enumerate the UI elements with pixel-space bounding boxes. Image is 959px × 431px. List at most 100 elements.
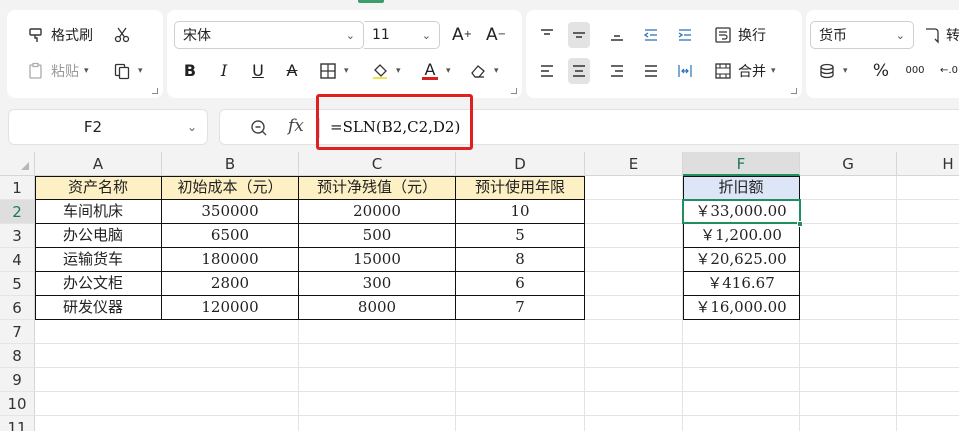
justify-button[interactable] bbox=[640, 58, 662, 84]
percent-button[interactable]: % bbox=[870, 58, 892, 84]
currency-style-button[interactable]: ▾ bbox=[816, 58, 848, 84]
table-cell[interactable]: 10 bbox=[456, 200, 585, 224]
insert-function-icon[interactable]: fx bbox=[288, 116, 304, 136]
clear-format-button[interactable]: ▾ bbox=[467, 58, 499, 84]
table-header-cell[interactable]: 初始成本（元） bbox=[162, 176, 299, 200]
table-cell[interactable]: 办公文柜 bbox=[35, 272, 162, 296]
bold-button[interactable]: B bbox=[179, 58, 201, 84]
table-header-cell[interactable]: 预计使用年限 bbox=[456, 176, 585, 200]
table-cell[interactable]: 办公电脑 bbox=[35, 224, 162, 248]
strikethrough-button[interactable]: A bbox=[281, 58, 303, 84]
table-cell[interactable]: 350000 bbox=[162, 200, 299, 224]
depreciation-header-cell[interactable]: 折旧额 bbox=[683, 176, 800, 200]
align-center-button[interactable] bbox=[568, 58, 590, 84]
align-bottom-button[interactable] bbox=[606, 22, 628, 48]
table-cell[interactable]: 5 bbox=[456, 224, 585, 248]
table-header-cell[interactable]: 预计净残值（元） bbox=[299, 176, 456, 200]
depreciation-cell[interactable]: ￥416.67 bbox=[683, 272, 800, 296]
group-expand-icon[interactable] bbox=[152, 88, 158, 94]
chevron-down-icon: ▾ bbox=[446, 66, 451, 76]
decrease-font-button[interactable]: A − bbox=[485, 22, 507, 48]
font-name-select[interactable]: 宋体 ⌄ bbox=[174, 21, 364, 49]
wrap-text-button[interactable]: 换行 bbox=[712, 22, 766, 48]
row-header-4[interactable]: 4 bbox=[0, 248, 35, 272]
paste-button[interactable]: 粘贴 ▾ bbox=[25, 58, 89, 84]
group-expand-icon[interactable] bbox=[511, 88, 517, 94]
table-cell[interactable]: 15000 bbox=[299, 248, 456, 272]
borders-button[interactable]: ▾ bbox=[317, 58, 349, 84]
depreciation-cell[interactable]: ￥16,000.00 bbox=[683, 296, 800, 320]
align-middle-button[interactable] bbox=[568, 22, 590, 48]
table-cell[interactable]: 运输货车 bbox=[35, 248, 162, 272]
group-expand-icon[interactable] bbox=[791, 88, 797, 94]
column-header-d[interactable]: D bbox=[456, 152, 585, 176]
row-header-9[interactable]: 9 bbox=[0, 368, 35, 392]
depreciation-cell[interactable]: ￥33,000.00 bbox=[683, 200, 800, 224]
number-group: 货币 ⌄ 转 ▾ % 000 ←.0 bbox=[806, 10, 959, 98]
depreciation-cell[interactable]: ￥1,200.00 bbox=[683, 224, 800, 248]
row-header-8[interactable]: 8 bbox=[0, 344, 35, 368]
table-cell[interactable]: 20000 bbox=[299, 200, 456, 224]
column-header-h[interactable]: H bbox=[897, 152, 959, 176]
row-header-3[interactable]: 3 bbox=[0, 224, 35, 248]
increase-decimal-button[interactable]: ←.0 bbox=[938, 58, 959, 84]
select-all-button[interactable] bbox=[0, 152, 35, 176]
align-top-button[interactable] bbox=[536, 22, 558, 48]
row-header-1[interactable]: 1 bbox=[0, 176, 35, 200]
table-cell[interactable]: 2800 bbox=[162, 272, 299, 296]
thousands-separator-button[interactable]: 000 bbox=[902, 58, 928, 84]
name-box[interactable]: F2 ⌄ bbox=[8, 109, 208, 145]
table-cell[interactable]: 研发仪器 bbox=[35, 296, 162, 320]
table-cell[interactable]: 120000 bbox=[162, 296, 299, 320]
distributed-align-button[interactable] bbox=[674, 58, 696, 84]
table-header-cell[interactable]: 资产名称 bbox=[35, 176, 162, 200]
zoom-icon[interactable] bbox=[248, 117, 270, 139]
align-left-button[interactable] bbox=[536, 58, 558, 84]
depreciation-cell[interactable]: ￥20,625.00 bbox=[683, 248, 800, 272]
table-cell[interactable]: 6 bbox=[456, 272, 585, 296]
formula-text[interactable]: =SLN(B2,C2,D2) bbox=[330, 118, 460, 136]
column-header-f[interactable]: F bbox=[683, 152, 800, 176]
formula-input[interactable]: fx =SLN(B2,C2,D2) bbox=[219, 109, 959, 145]
increase-font-button[interactable]: A + bbox=[451, 22, 473, 48]
column-header-g[interactable]: G bbox=[800, 152, 897, 176]
align-right-button[interactable] bbox=[606, 58, 628, 84]
table-cell[interactable]: 8000 bbox=[299, 296, 456, 320]
fill-color-button[interactable]: ▾ bbox=[369, 58, 401, 84]
cut-button[interactable] bbox=[111, 22, 133, 48]
underline-button[interactable]: U bbox=[247, 58, 269, 84]
decrease-indent-button[interactable] bbox=[640, 22, 662, 48]
italic-button[interactable]: I bbox=[213, 58, 235, 84]
table-cell[interactable]: 7 bbox=[456, 296, 585, 320]
column-header-b[interactable]: B bbox=[162, 152, 299, 176]
convert-button[interactable]: 转 bbox=[920, 22, 959, 48]
table-cell[interactable]: 8 bbox=[456, 248, 585, 272]
merge-button[interactable]: 合并 ▾ bbox=[712, 58, 776, 84]
fill-handle[interactable] bbox=[797, 221, 803, 227]
row-header-6[interactable]: 6 bbox=[0, 296, 35, 320]
table-cell[interactable]: 300 bbox=[299, 272, 456, 296]
format-painter-button[interactable]: 格式刷 bbox=[25, 22, 93, 48]
row-header-5[interactable]: 5 bbox=[0, 272, 35, 296]
chevron-down-icon[interactable]: ⌄ bbox=[177, 120, 207, 134]
table-cell[interactable]: 500 bbox=[299, 224, 456, 248]
column-header-c[interactable]: C bbox=[299, 152, 456, 176]
gridline bbox=[896, 176, 897, 431]
spreadsheet-grid[interactable]: ABCDEFGH 1 2 3 4 5 6 7 8 9 10 11 资产名称 初始成本（元） 预计净残值（… bbox=[0, 152, 959, 431]
copy-button[interactable]: ▾ bbox=[111, 58, 143, 84]
row-header-2[interactable]: 2 bbox=[0, 200, 35, 224]
column-header-e[interactable]: E bbox=[585, 152, 683, 176]
font-color-button[interactable]: A ▾ bbox=[419, 58, 451, 84]
row-header-10[interactable]: 10 bbox=[0, 392, 35, 416]
table-cell[interactable]: 180000 bbox=[162, 248, 299, 272]
row-header-7[interactable]: 7 bbox=[0, 320, 35, 344]
paste-label: 粘贴 bbox=[51, 64, 79, 80]
table-cell[interactable]: 车间机床 bbox=[35, 200, 162, 224]
gridline bbox=[35, 391, 959, 392]
number-format-select[interactable]: 货币 ⌄ bbox=[810, 21, 914, 49]
row-header-11[interactable]: 11 bbox=[0, 416, 35, 431]
font-size-select[interactable]: 11 ⌄ bbox=[364, 21, 440, 49]
column-header-a[interactable]: A bbox=[35, 152, 162, 176]
table-cell[interactable]: 6500 bbox=[162, 224, 299, 248]
increase-indent-button[interactable] bbox=[674, 22, 696, 48]
